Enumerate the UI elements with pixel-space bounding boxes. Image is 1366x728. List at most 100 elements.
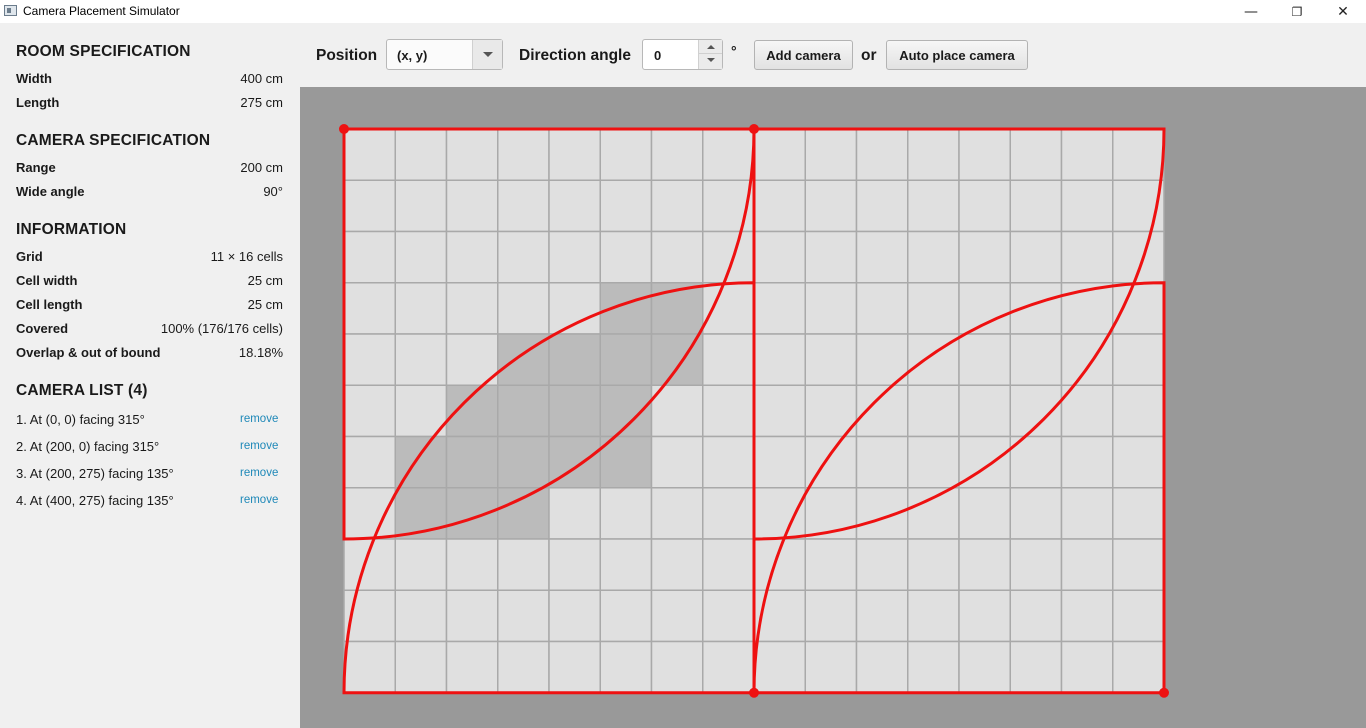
grid-cell	[394, 179, 448, 233]
remove-camera-link[interactable]: remove	[240, 494, 278, 506]
camera-spec-heading: CAMERA SPECIFICATION	[16, 132, 211, 149]
grid-cell	[753, 640, 806, 694]
grid-cell	[445, 128, 499, 181]
spinner-buttons	[698, 40, 722, 69]
increment-arrow-icon[interactable]	[699, 40, 722, 54]
grid-cell	[958, 589, 1011, 643]
toolbar: Position (x, y) Direction angle 0 ° Add …	[300, 23, 1366, 87]
grid-cell	[599, 179, 653, 233]
room-width-label: Width	[16, 71, 52, 86]
grid-cell	[1060, 589, 1114, 643]
grid-cell	[548, 487, 601, 540]
camera-list-item: 2. At (200, 0) facing 315°	[16, 439, 160, 454]
grid-cell	[702, 538, 755, 591]
grid-cell	[548, 128, 601, 181]
camera-range-label: Range	[16, 160, 56, 175]
chevron-down-icon	[483, 52, 493, 57]
direction-angle-value[interactable]: 0	[654, 48, 661, 63]
restore-button[interactable]: ❐	[1274, 0, 1320, 23]
grid-cell	[855, 640, 909, 694]
grid-cell	[907, 435, 960, 489]
grid-cell	[1112, 487, 1165, 540]
room-width-value: 400 cm	[240, 71, 283, 86]
grid-cell	[650, 230, 704, 284]
grid-cell	[1060, 230, 1114, 284]
camera-marker[interactable]	[749, 124, 759, 134]
position-select[interactable]: (x, y)	[386, 39, 503, 70]
grid-cell	[1112, 640, 1165, 694]
remove-camera-link[interactable]: remove	[240, 467, 278, 479]
grid-cell	[548, 179, 601, 233]
grid-cell	[343, 179, 396, 233]
position-label: Position	[316, 47, 378, 64]
grid-cell	[855, 128, 909, 181]
grid-cell	[958, 384, 1011, 438]
grid-cell	[650, 179, 704, 233]
grid-cell	[599, 230, 653, 284]
grid-cell	[394, 640, 448, 694]
grid-cell	[1112, 589, 1165, 643]
coverage-grid[interactable]	[300, 87, 1366, 728]
remove-camera-link[interactable]: remove	[240, 413, 278, 425]
room-canvas[interactable]	[300, 87, 1366, 728]
camera-marker[interactable]	[339, 124, 349, 134]
decrement-arrow-icon[interactable]	[699, 54, 722, 68]
grid-cell	[907, 384, 960, 438]
grid-cell	[958, 487, 1011, 540]
grid-cell	[958, 333, 1011, 386]
grid-cell	[1112, 435, 1165, 489]
remove-camera-link[interactable]: remove	[240, 440, 278, 452]
grid-cell	[650, 487, 704, 540]
room-length-label: Length	[16, 95, 60, 110]
grid-cell	[445, 589, 499, 643]
grid-cell	[343, 230, 396, 284]
grid-cell	[1009, 384, 1063, 438]
restore-icon: ❐	[1291, 4, 1303, 19]
grid-cell	[1009, 487, 1063, 540]
grid-cell	[804, 230, 858, 284]
grid-cell	[650, 589, 704, 643]
grid-cell	[753, 179, 806, 233]
grid-value: 11 × 16 cells	[210, 249, 283, 264]
camera-list-item: 4. At (400, 275) facing 135°	[16, 493, 174, 508]
grid-cell	[855, 230, 909, 284]
or-label: or	[861, 47, 877, 64]
grid-cell	[343, 128, 396, 181]
minimize-button[interactable]: —	[1228, 0, 1274, 23]
grid-cell	[702, 128, 755, 181]
grid-cell	[394, 230, 448, 284]
grid-cell	[599, 538, 653, 591]
grid-cell	[343, 435, 396, 489]
dropdown-button[interactable]	[472, 40, 502, 69]
grid-cell	[1060, 128, 1114, 181]
grid-cell	[753, 333, 806, 386]
grid-cell	[1009, 538, 1063, 591]
grid-cell	[650, 538, 704, 591]
grid-cell	[1009, 589, 1063, 643]
covered-label: Covered	[16, 321, 69, 336]
grid-cell	[855, 179, 909, 233]
grid-cell	[445, 230, 499, 284]
grid-cell	[343, 487, 396, 540]
grid-cell	[1112, 282, 1165, 335]
grid-cell	[497, 179, 550, 233]
camera-list-item: 1. At (0, 0) facing 315°	[16, 412, 145, 427]
grid-cell	[804, 333, 858, 386]
auto-place-camera-button[interactable]: Auto place camera	[886, 40, 1028, 70]
overlap-cell	[497, 435, 550, 489]
grid-cell	[599, 640, 653, 694]
camera-marker[interactable]	[749, 687, 759, 698]
grid-cell	[343, 640, 396, 694]
grid-cell	[958, 179, 1011, 233]
grid-cell	[1009, 179, 1063, 233]
camera-marker[interactable]	[1159, 687, 1169, 698]
direction-angle-spinner[interactable]: 0	[642, 39, 723, 70]
overlap-cell	[599, 333, 653, 386]
close-button[interactable]: ✕	[1320, 0, 1366, 23]
grid-cell	[548, 230, 601, 284]
add-camera-button[interactable]: Add camera	[754, 40, 853, 70]
grid-cell	[1060, 487, 1114, 540]
grid-cell	[548, 538, 601, 591]
title-bar: Camera Placement Simulator — ❐ ✕	[0, 0, 1366, 23]
grid-cell	[702, 384, 755, 438]
